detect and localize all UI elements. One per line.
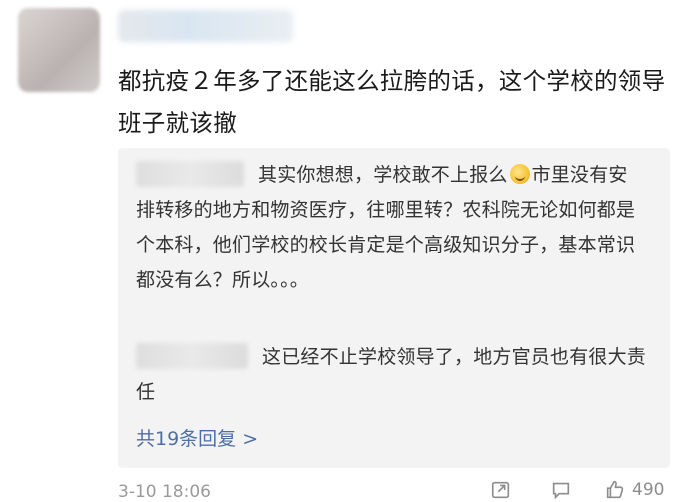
laughing-emoji-icon bbox=[509, 164, 530, 184]
timestamp: 3-10 18:06 bbox=[118, 482, 211, 502]
thumbs-up-icon bbox=[606, 480, 624, 499]
reply-item: 其实你想想，学校敢不上报么 市里没有安排转移的地方和物资医疗，往哪里转？农科院无论… bbox=[136, 158, 646, 298]
reply-item: 这已经不止学校领导了，地方官员也有很大责任 bbox=[136, 340, 646, 410]
username-blurred[interactable] bbox=[118, 10, 293, 42]
avatar[interactable] bbox=[18, 8, 100, 92]
forward-icon bbox=[491, 481, 510, 499]
like-button[interactable]: 490 bbox=[604, 480, 664, 500]
comment-footer: 3-10 18:06 490 bbox=[118, 480, 688, 502]
like-count: 490 bbox=[632, 480, 665, 500]
reply-username-blurred[interactable] bbox=[136, 343, 248, 369]
more-replies-link[interactable]: 共19条回复 > bbox=[136, 424, 258, 451]
comment-button[interactable] bbox=[550, 480, 572, 500]
reply-username-blurred[interactable] bbox=[136, 161, 244, 187]
replies-box[interactable]: 其实你想想，学校敢不上报么 市里没有安排转移的地方和物资医疗，往哪里转？农科院无论… bbox=[118, 148, 670, 468]
comment-icon bbox=[552, 482, 570, 500]
reply-text: 其实你想想，学校敢不上报么 bbox=[258, 164, 508, 186]
comment-text: 都抗疫２年多了还能这么拉胯的话，这个学校的领导班子就该撤 bbox=[118, 67, 666, 137]
forward-button[interactable] bbox=[490, 480, 512, 500]
